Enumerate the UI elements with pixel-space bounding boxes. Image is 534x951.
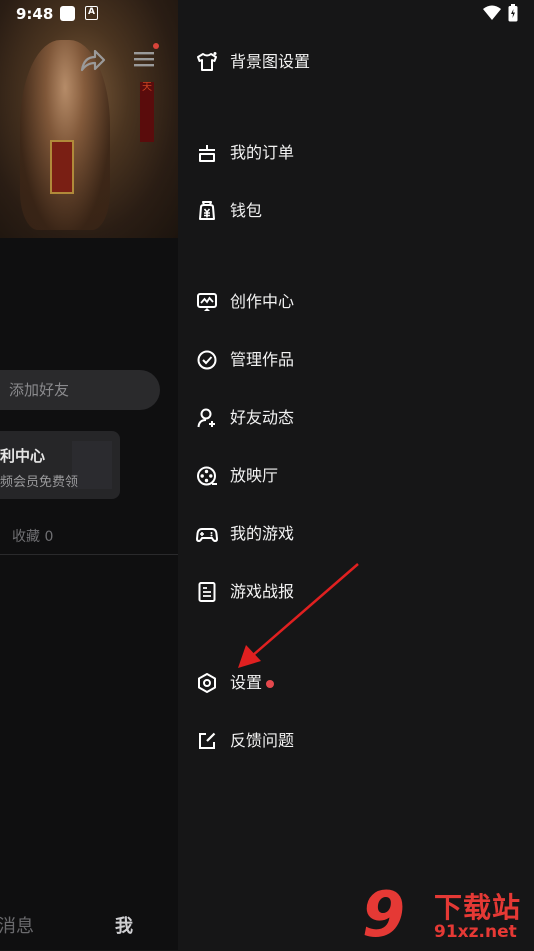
drawer-item-label: 我的游戏 [230,524,295,543]
drawer-item-label: 创作中心 [230,292,295,311]
drawer-item-creator-center[interactable]: 创作中心 [178,280,534,324]
watermark-brand: 下载站 [434,891,522,924]
creator-icon [197,293,217,311]
watermark-logo: 9 下载站 91xz.net [362,880,534,950]
collect-count-tab[interactable]: 收藏 0 [12,526,53,546]
shirt-icon [197,52,217,71]
drawer-item-label: 背景图设置 [230,52,311,71]
drawer-item-background-setting[interactable]: 背景图设置 [178,40,534,84]
drawer-item-friend-feed[interactable]: 好友动态 [178,396,534,440]
banner-lantern [50,140,74,194]
drawer-item-label: 设置 [230,673,263,692]
drawer-item-wallet[interactable]: 钱包 [178,189,534,233]
watermark-nine-logo: 9 [362,878,406,951]
menu-notification-dot [153,43,159,49]
drawer-item-screening-room[interactable]: 放映厅 [178,454,534,498]
drawer-item-settings[interactable]: 设置 [178,661,534,705]
benefit-center-card[interactable]: 利中心 频会员免费领 [0,431,120,499]
nav-me[interactable]: 我 [115,912,133,938]
user-plus-icon [197,408,215,428]
nav-messages[interactable]: 消息 [0,912,34,938]
wallet-icon [199,201,215,220]
status-time: 9:48 [16,5,54,23]
benefit-title: 利中心 [0,447,46,465]
menu-icon[interactable] [132,48,156,70]
settings-notification-dot [266,680,274,688]
drawer-item-label: 反馈问题 [230,731,295,750]
side-drawer: 背景图设置 我的订单 钱包 创作中心 管理作品 好友动态 放映厅 我的游戏 游戏… [178,0,534,950]
drawer-item-my-orders[interactable]: 我的订单 [178,131,534,175]
order-icon [199,145,215,162]
notification-square-icon [60,6,75,21]
drawer-item-my-games[interactable]: 我的游戏 [178,512,534,556]
status-bar: 9:48 A [0,0,534,28]
gamepad-icon [196,528,218,542]
benefit-subtitle: 频会员免费领 [0,475,79,490]
divider [0,554,178,555]
share-icon[interactable] [78,48,106,74]
drawer-item-feedback[interactable]: 反馈问题 [178,719,534,763]
drawer-item-game-report[interactable]: 游戏战报 [178,570,534,614]
drawer-item-label: 好友动态 [230,408,295,427]
drawer-item-label: 放映厅 [230,466,279,485]
banner-red-strip: 天 [140,82,154,142]
add-friend-button[interactable]: 添加好友 [0,370,160,410]
profile-banner-image: 天 [0,0,178,238]
watermark-url: 91xz.net [434,922,517,942]
drawer-item-label: 游戏战报 [230,582,295,601]
feedback-icon [199,732,216,749]
settings-icon [198,673,216,693]
notification-a-icon: A [85,6,98,20]
drawer-item-label: 我的订单 [230,143,295,162]
drawer-item-label: 管理作品 [230,350,295,369]
drawer-item-label: 钱包 [230,201,263,220]
film-reel-icon [197,466,217,486]
battery-charging-icon [508,4,518,22]
background-profile-page: 天 添加好友 利中心 频会员免费领 收藏 0 消息 我 [0,0,178,950]
drawer-item-manage-works[interactable]: 管理作品 [178,338,534,382]
report-icon [198,582,216,602]
check-circle-icon [197,350,217,370]
wifi-icon [483,5,501,20]
